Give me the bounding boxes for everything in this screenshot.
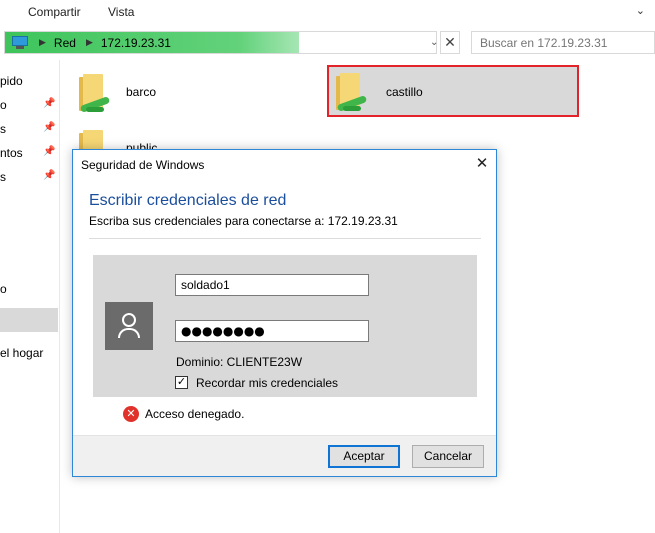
pin-icon: 📌 <box>43 146 56 157</box>
user-icon <box>105 302 153 350</box>
domain-label: Dominio: CLIENTE23W <box>176 355 303 369</box>
close-icon[interactable]: ✕ <box>472 154 492 174</box>
folder-barco[interactable]: barco <box>69 66 321 118</box>
nav-item-grupo-hogar[interactable]: el hogar <box>0 342 58 364</box>
address-bar[interactable]: ▶ Red ▶ 172.19.23.31 ⌄ <box>4 31 438 54</box>
nav-item[interactable]: o <box>0 278 58 300</box>
search-input[interactable] <box>472 32 655 53</box>
error-icon: ✕ <box>123 406 139 422</box>
file-explorer-window: Compartir Vista ⌄ ▶ Red ▶ 172.19.23.31 ⌄… <box>0 0 655 533</box>
computer-icon <box>11 36 29 49</box>
nav-item[interactable]: s 📌 <box>0 166 58 188</box>
dialog-heading: Escribir credenciales de red <box>89 192 287 209</box>
stop-loading-button[interactable]: ✕ <box>440 31 460 54</box>
password-field[interactable] <box>175 320 369 342</box>
divider <box>89 238 481 239</box>
ribbon: Compartir Vista ⌄ <box>0 0 655 26</box>
ok-button[interactable]: Aceptar <box>328 445 400 468</box>
folder-castillo[interactable]: castillo <box>327 65 579 117</box>
nav-item[interactable]: ntos 📌 <box>0 142 58 164</box>
pin-icon: 📌 <box>43 170 56 181</box>
breadcrumb: ▶ Red ▶ 172.19.23.31 <box>5 32 171 53</box>
error-message: Acceso denegado. <box>145 407 245 421</box>
nav-item-selected[interactable] <box>0 308 58 332</box>
pin-icon: 📌 <box>43 98 56 109</box>
nav-item[interactable]: s 📌 <box>0 118 58 140</box>
breadcrumb-separator-icon[interactable]: ▶ <box>86 37 93 48</box>
address-history-dropdown-icon[interactable]: ⌄ <box>430 37 438 48</box>
tab-vista[interactable]: Vista <box>108 5 134 19</box>
navigation-pane: pido o 📌 s 📌 ntos 📌 s 📌 o el hogar <box>0 60 60 533</box>
remember-checkbox[interactable]: ✓ <box>175 376 188 389</box>
breadcrumb-item-red[interactable]: Red <box>54 36 76 50</box>
network-folder-icon <box>79 74 113 114</box>
network-folder-icon <box>336 73 370 113</box>
nav-item[interactable]: pido <box>0 70 58 92</box>
username-field[interactable] <box>175 274 369 296</box>
chevron-down-icon[interactable]: ⌄ <box>636 4 645 17</box>
nav-item[interactable]: o 📌 <box>0 94 58 116</box>
breadcrumb-item-host[interactable]: 172.19.23.31 <box>101 36 171 50</box>
cancel-button[interactable]: Cancelar <box>412 445 484 468</box>
dialog-footer: Aceptar Cancelar <box>73 435 496 476</box>
credentials-panel: Dominio: CLIENTE23W ✓ Recordar mis crede… <box>93 255 477 397</box>
credentials-dialog: Seguridad de Windows ✕ Escribir credenci… <box>72 149 497 477</box>
folder-name: barco <box>126 85 157 99</box>
breadcrumb-separator-icon[interactable]: ▶ <box>39 37 46 48</box>
pin-icon: 📌 <box>43 122 56 133</box>
remember-label[interactable]: Recordar mis credenciales <box>196 376 338 390</box>
tab-compartir[interactable]: Compartir <box>28 5 81 19</box>
folder-name: castillo <box>386 85 423 99</box>
address-row: ▶ Red ▶ 172.19.23.31 ⌄ ✕ <box>0 26 655 60</box>
dialog-subtitle: Escriba sus credenciales para conectarse… <box>89 214 398 228</box>
search-box[interactable] <box>471 31 655 54</box>
dialog-title: Seguridad de Windows <box>81 158 205 172</box>
